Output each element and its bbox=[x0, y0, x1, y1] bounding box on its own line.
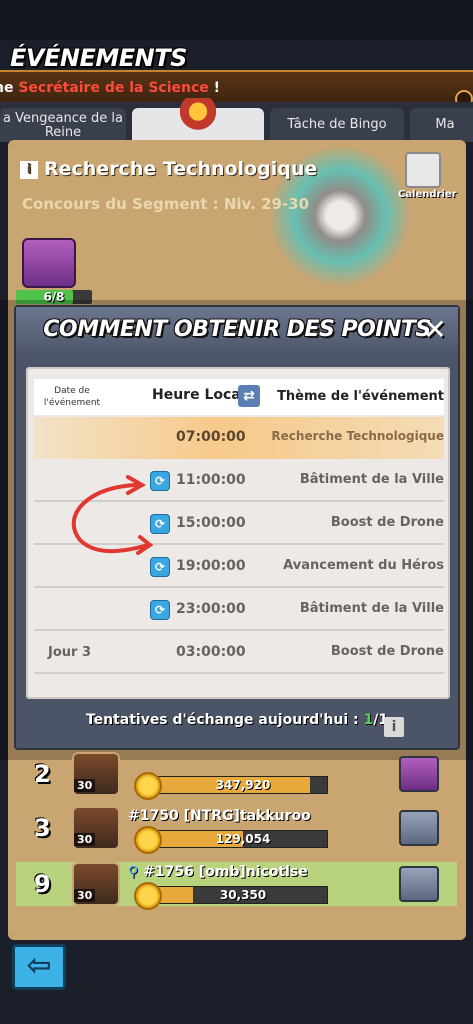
swap-icon[interactable]: ⇄ bbox=[238, 385, 260, 407]
row-day: Jour 3 bbox=[48, 645, 92, 660]
info-icon[interactable]: i bbox=[384, 717, 404, 737]
leaderboard-row[interactable]: 3 30 #1750 [NTRG]takkuroo 129,054 bbox=[16, 806, 457, 854]
calendar-icon[interactable] bbox=[405, 152, 441, 188]
modal-title: COMMENT OBTENIR DES POINTS bbox=[43, 317, 431, 342]
modal-header: COMMENT OBTENIR DES POINTS ✕ bbox=[16, 307, 458, 357]
avatar[interactable]: 30 bbox=[72, 806, 120, 850]
row-theme: Boost de Drone bbox=[330, 515, 444, 530]
column-date: Date de l'événement bbox=[43, 386, 101, 408]
row-time: 19:00:00 bbox=[176, 558, 246, 574]
rank-number: 9 bbox=[34, 870, 51, 898]
coin-icon bbox=[134, 826, 162, 854]
row-divider bbox=[34, 672, 444, 674]
row-time: 07:00:00 bbox=[176, 429, 246, 445]
tab-bar: a Vengeance de la Reine Tâche de Bingo M… bbox=[0, 98, 473, 142]
table-row: ⟳ 23:00:00 Bâtiment de la Ville bbox=[34, 589, 444, 631]
reward-chest-icon[interactable] bbox=[399, 756, 439, 792]
avatar[interactable]: 30 bbox=[72, 862, 120, 906]
close-icon[interactable]: ✕ bbox=[420, 315, 450, 345]
table-header: Date de l'événement Heure Locale ⇄ Thème… bbox=[34, 379, 444, 415]
back-arrow-icon[interactable]: ⇦ bbox=[12, 944, 66, 990]
top-bar bbox=[0, 0, 473, 40]
score-value: 347,920 bbox=[215, 778, 271, 792]
score-value: 30,350 bbox=[219, 888, 267, 902]
row-theme: Boost de Drone bbox=[330, 644, 444, 659]
event-emblem-icon bbox=[176, 98, 220, 132]
row-divider bbox=[34, 586, 444, 588]
player-name: ⚲ #1756 [omb]nicotlse bbox=[128, 864, 308, 880]
player-level: 30 bbox=[74, 889, 96, 902]
tab-bingo[interactable]: Tâche de Bingo bbox=[270, 108, 404, 142]
tab-active-event[interactable] bbox=[132, 98, 264, 142]
tab-more[interactable]: Ma bbox=[410, 108, 473, 142]
row-time: 15:00:00 bbox=[176, 515, 246, 531]
calendar-label[interactable]: Calendrier bbox=[398, 189, 457, 200]
info-icon[interactable]: i bbox=[20, 161, 38, 179]
column-theme: Thème de l'événement bbox=[277, 389, 444, 404]
ticker-text: he Secrétaire de la Science ! bbox=[0, 80, 221, 96]
event-subtitle: Concours du Segment : Niv. 29-30 bbox=[22, 195, 310, 213]
reward-chest-icon[interactable] bbox=[22, 238, 76, 288]
score-bar: 347,920 bbox=[158, 776, 328, 794]
score-value: 129,054 bbox=[215, 832, 271, 846]
rank-number: 3 bbox=[34, 814, 51, 842]
player-level: 30 bbox=[74, 833, 96, 846]
row-theme: Bâtiment de la Ville bbox=[299, 601, 444, 616]
avatar[interactable]: 30 bbox=[72, 752, 120, 796]
player-name: #1750 [NTRG]takkuroo bbox=[128, 808, 311, 824]
row-theme: Bâtiment de la Ville bbox=[299, 472, 444, 487]
coin-icon bbox=[134, 772, 162, 800]
score-bar: 30,350 bbox=[158, 886, 328, 904]
row-time: 23:00:00 bbox=[176, 601, 246, 617]
coin-icon bbox=[134, 882, 162, 910]
refresh-icon: ⟳ bbox=[150, 600, 170, 620]
row-theme: Avancement du Héros bbox=[283, 558, 444, 573]
event-title: i Recherche Technologique bbox=[20, 158, 317, 180]
row-theme: Recherche Technologique bbox=[271, 429, 444, 443]
player-level: 30 bbox=[74, 779, 96, 792]
tab-vengeance[interactable]: a Vengeance de la Reine bbox=[0, 108, 126, 142]
row-divider bbox=[34, 629, 444, 631]
score-bar: 129,054 bbox=[158, 830, 328, 848]
reward-chest-icon[interactable] bbox=[399, 810, 439, 846]
leaderboard-row[interactable]: 9 30 ⚲ #1756 [omb]nicotlse 30,350 bbox=[16, 862, 457, 910]
row-time: 11:00:00 bbox=[176, 472, 246, 488]
annotation-arrow bbox=[71, 475, 154, 555]
row-time: 03:00:00 bbox=[176, 644, 246, 660]
rank-number: 2 bbox=[34, 760, 51, 788]
reward-chest-icon[interactable] bbox=[399, 866, 439, 902]
page-title: ÉVÉNEMENTS bbox=[10, 44, 187, 72]
table-row: 07:00:00 Recherche Technologique bbox=[34, 417, 444, 459]
leaderboard-row[interactable]: 2 30 347,920 bbox=[16, 752, 457, 800]
table-row: Jour 3 03:00:00 Boost de Drone bbox=[34, 632, 444, 674]
